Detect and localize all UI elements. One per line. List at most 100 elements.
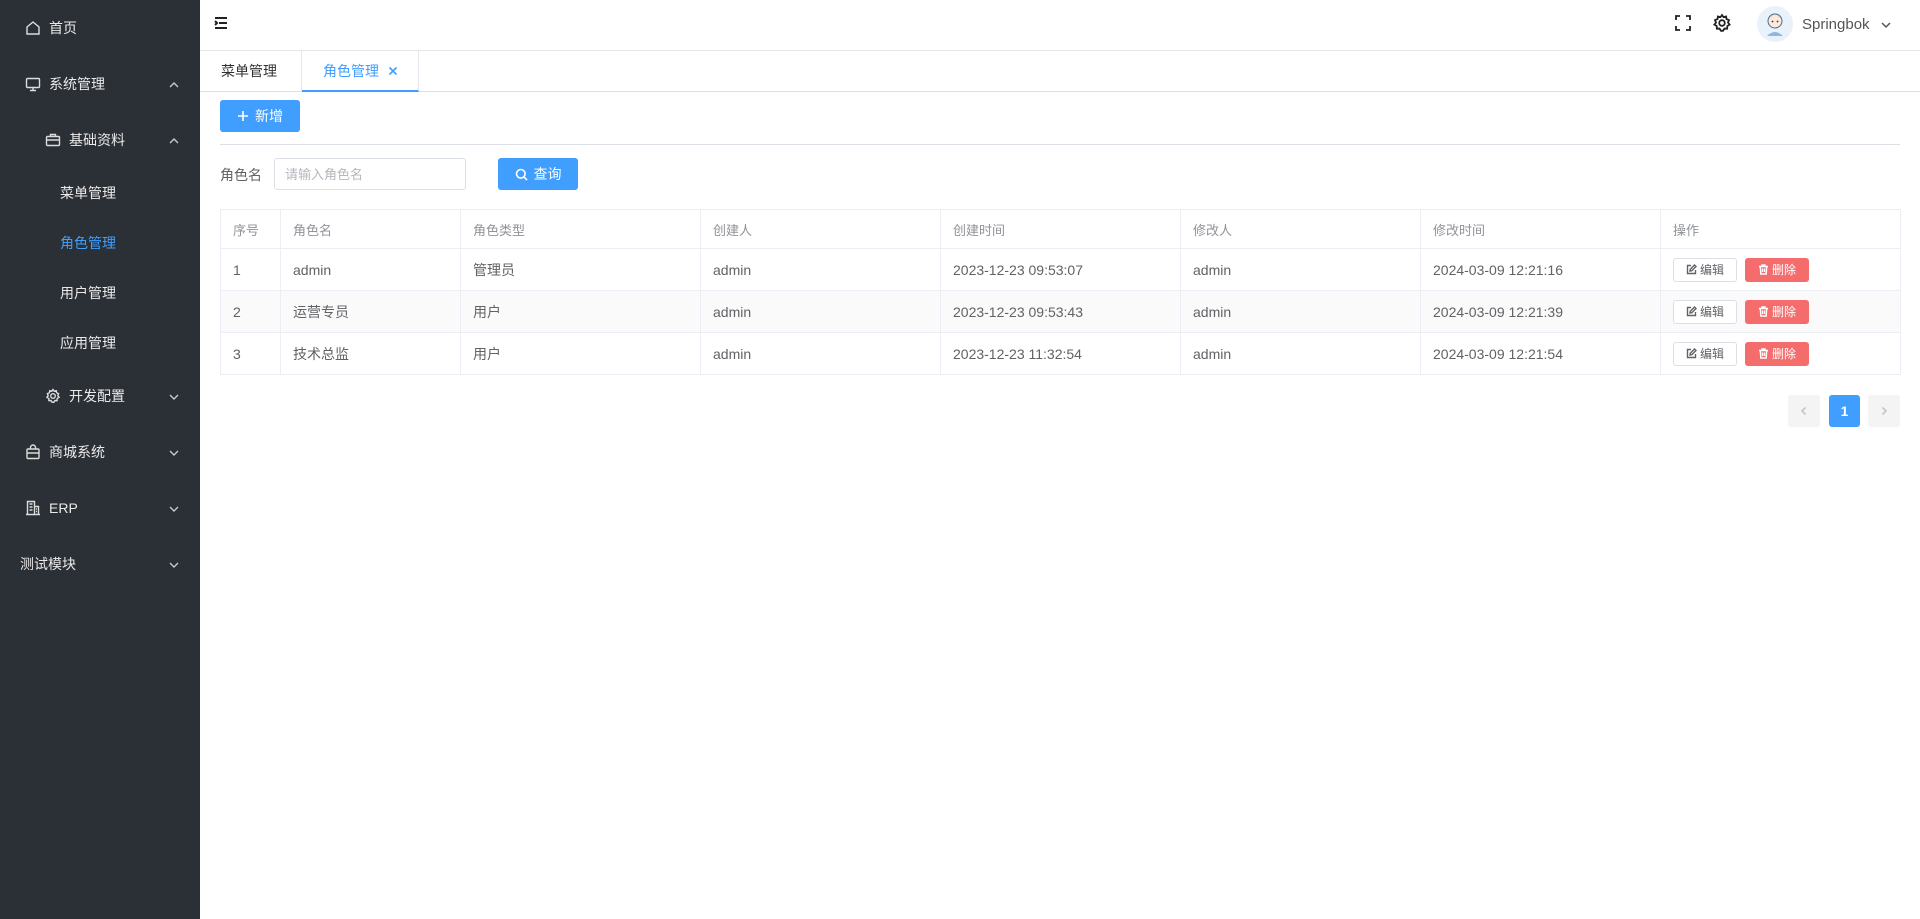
sidebar-item-menu-management[interactable]: 菜单管理 xyxy=(0,168,200,218)
building-icon xyxy=(24,499,42,517)
actions-cell: 编辑 删除 xyxy=(1660,290,1901,333)
table-row: 3 技术总监 用户 admin 2023-12-23 11:32:54 admi… xyxy=(220,332,1901,375)
trash-icon xyxy=(1758,306,1768,317)
role-name-input[interactable] xyxy=(274,158,466,190)
chevron-down-icon xyxy=(168,446,180,458)
table-cell: admin xyxy=(280,248,461,291)
sidebar-item-role-management[interactable]: 角色管理 xyxy=(0,218,200,268)
table-cell: 管理员 xyxy=(460,248,701,291)
actions-cell: 编辑 删除 xyxy=(1660,332,1901,375)
edit-button[interactable]: 编辑 xyxy=(1673,257,1737,282)
sidebar-item-test-module[interactable]: 测试模块 xyxy=(0,539,200,589)
tab-bar: 菜单管理 角色管理 xyxy=(200,51,1920,92)
edit-button[interactable]: 编辑 xyxy=(1673,299,1737,324)
column-header: 修改时间 xyxy=(1420,209,1661,249)
table-row: 1 admin 管理员 admin 2023-12-23 09:53:07 ad… xyxy=(220,248,1901,291)
sidebar-item-label: 菜单管理 xyxy=(60,185,116,201)
column-header: 角色名 xyxy=(280,209,461,249)
chevron-down-icon xyxy=(168,390,180,402)
chevron-left-icon xyxy=(1800,406,1807,416)
divider xyxy=(220,144,1900,145)
column-header: 修改人 xyxy=(1180,209,1421,249)
fullscreen-icon[interactable] xyxy=(1673,13,1693,33)
edit-label: 编辑 xyxy=(1699,347,1724,361)
close-icon[interactable] xyxy=(388,66,398,76)
column-header: 角色类型 xyxy=(460,209,701,249)
sidebar-item-label: 应用管理 xyxy=(60,335,116,351)
top-header: Springbok xyxy=(200,0,1920,51)
table-cell: 2023-12-23 09:53:07 xyxy=(940,248,1181,291)
avatar[interactable] xyxy=(1757,6,1793,42)
table-cell: 2023-12-23 09:53:43 xyxy=(940,290,1181,333)
table-cell: 1 xyxy=(220,248,281,291)
add-button[interactable]: 新增 xyxy=(220,100,300,132)
column-header: 序号 xyxy=(220,209,281,249)
sidebar: 首页 系统管理 基础资料 菜单管理 角色管理 用户管理 应用管理 开发配置 商城… xyxy=(0,0,200,919)
delete-label: 删除 xyxy=(1771,263,1796,277)
page-number-current[interactable]: 1 xyxy=(1829,395,1860,427)
sidebar-item-dev-config[interactable]: 开发配置 xyxy=(0,371,200,421)
chevron-up-icon xyxy=(168,134,180,146)
table-cell: admin xyxy=(1180,332,1421,375)
role-name-label: 角色名 xyxy=(220,167,262,183)
table-header-row: 序号 角色名 角色类型 创建人 创建时间 修改人 修改时间 操作 xyxy=(220,209,1901,249)
prev-page-button[interactable] xyxy=(1788,395,1820,427)
delete-button[interactable]: 删除 xyxy=(1745,341,1809,366)
sidebar-item-system[interactable]: 系统管理 xyxy=(0,59,200,109)
menu-collapse-icon[interactable] xyxy=(212,14,230,32)
sidebar-item-label: 首页 xyxy=(49,20,77,36)
edit-label: 编辑 xyxy=(1699,305,1724,319)
edit-icon xyxy=(1686,264,1697,275)
column-header: 创建时间 xyxy=(940,209,1181,249)
chevron-down-icon xyxy=(168,502,180,514)
next-page-button[interactable] xyxy=(1868,395,1900,427)
sidebar-item-label: ERP xyxy=(49,500,78,516)
table-cell: 3 xyxy=(220,332,281,375)
column-header: 操作 xyxy=(1660,209,1901,249)
sidebar-item-user-management[interactable]: 用户管理 xyxy=(0,268,200,318)
tab-menu-management[interactable]: 菜单管理 xyxy=(200,51,302,91)
column-header: 创建人 xyxy=(700,209,941,249)
table-cell: 2024-03-09 12:21:16 xyxy=(1420,248,1661,291)
gear-icon xyxy=(44,387,62,405)
sidebar-item-app-management[interactable]: 应用管理 xyxy=(0,318,200,368)
sidebar-item-label: 用户管理 xyxy=(60,285,116,301)
sidebar-item-mall[interactable]: 商城系统 xyxy=(0,427,200,477)
table-cell: 2024-03-09 12:21:54 xyxy=(1420,332,1661,375)
table-cell: 2 xyxy=(220,290,281,333)
delete-button[interactable]: 删除 xyxy=(1745,299,1809,324)
query-button[interactable]: 查询 xyxy=(498,158,578,190)
delete-button[interactable]: 删除 xyxy=(1745,257,1809,282)
table-row: 2 运营专员 用户 admin 2023-12-23 09:53:43 admi… xyxy=(220,290,1901,333)
table-cell: admin xyxy=(1180,290,1421,333)
tab-role-management[interactable]: 角色管理 xyxy=(302,51,419,92)
table-cell: admin xyxy=(700,332,941,375)
sidebar-item-home[interactable]: 首页 xyxy=(0,3,200,53)
chevron-down-icon xyxy=(168,558,180,570)
chevron-up-icon xyxy=(168,78,180,90)
table-cell: 运营专员 xyxy=(280,290,461,333)
sidebar-item-erp[interactable]: ERP xyxy=(0,483,200,533)
edit-icon xyxy=(1686,348,1697,359)
home-icon xyxy=(24,19,42,37)
table-cell: admin xyxy=(1180,248,1421,291)
username[interactable]: Springbok xyxy=(1802,16,1870,33)
role-table: 序号 角色名 角色类型 创建人 创建时间 修改人 修改时间 操作 1 admin… xyxy=(220,209,1901,375)
tab-label: 角色管理 xyxy=(323,62,379,79)
monitor-icon xyxy=(24,75,42,93)
sidebar-item-basic-data[interactable]: 基础资料 xyxy=(0,115,200,165)
chevron-down-icon[interactable] xyxy=(1880,18,1892,30)
edit-button[interactable]: 编辑 xyxy=(1673,341,1737,366)
tab-label: 菜单管理 xyxy=(221,63,277,79)
sidebar-item-label: 基础资料 xyxy=(69,132,125,148)
gear-icon[interactable] xyxy=(1712,13,1732,33)
table-cell: admin xyxy=(700,248,941,291)
sidebar-item-label: 测试模块 xyxy=(20,556,76,572)
chevron-right-icon xyxy=(1881,406,1888,416)
table-cell: 用户 xyxy=(460,290,701,333)
search-icon xyxy=(515,168,528,181)
shopping-bag-icon xyxy=(24,443,42,461)
add-button-label: 新增 xyxy=(255,108,283,124)
table-cell: admin xyxy=(700,290,941,333)
plus-icon xyxy=(238,111,248,121)
